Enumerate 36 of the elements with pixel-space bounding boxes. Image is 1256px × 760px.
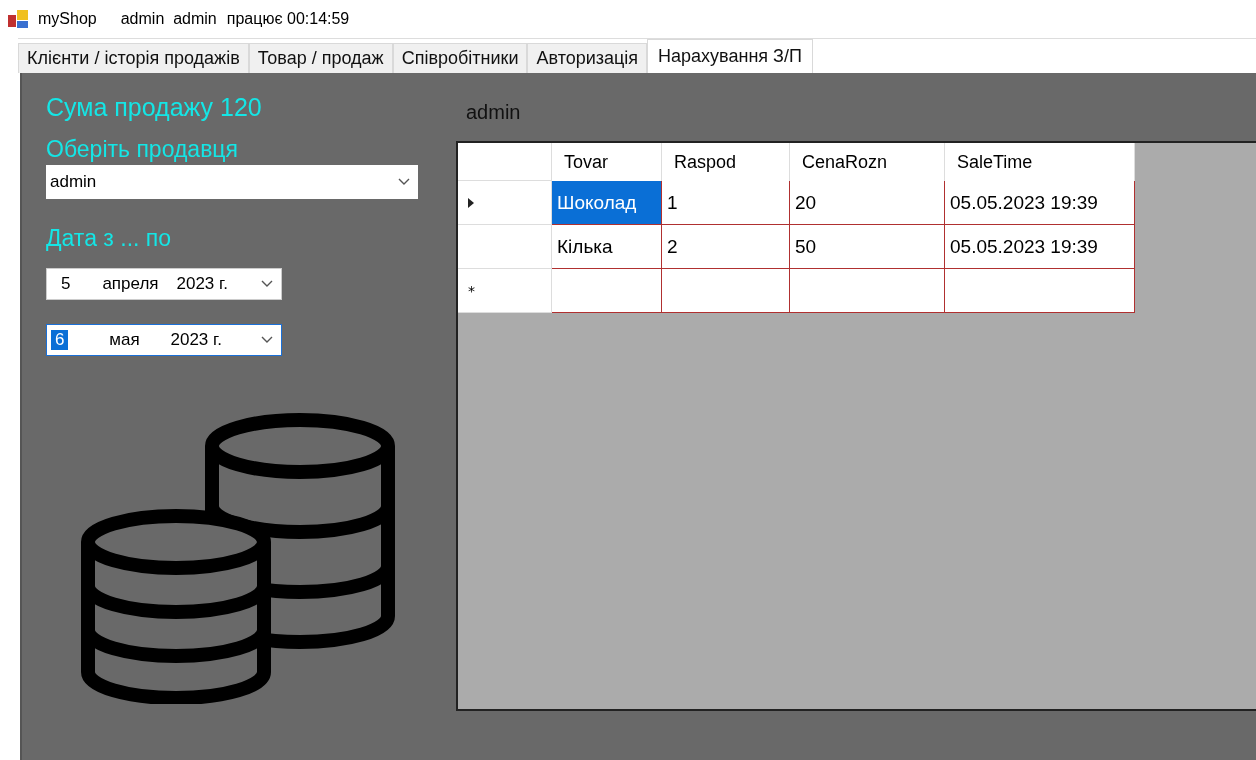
table-cell[interactable]: 2 — [662, 225, 790, 269]
chevron-down-icon — [261, 280, 273, 288]
column-header[interactable]: SaleTime — [945, 143, 1135, 181]
grid-title: admin — [466, 101, 522, 125]
new-row-marker[interactable]: * — [458, 269, 552, 313]
table-cell[interactable]: 20 — [790, 181, 945, 225]
user-name: admin admin — [120, 10, 217, 28]
chevron-down-icon — [261, 336, 273, 344]
table-cell[interactable] — [552, 269, 662, 313]
column-header[interactable]: Tovar — [552, 143, 662, 181]
table-cell[interactable]: 50 — [790, 225, 945, 269]
table-cell[interactable]: 1 — [662, 181, 790, 225]
tab[interactable]: Клієнти / історія продажів — [18, 43, 249, 73]
table-cell[interactable]: Кілька — [552, 225, 662, 269]
column-header[interactable]: Raspod — [662, 143, 790, 181]
table-cell[interactable] — [945, 269, 1135, 313]
app-icon — [8, 10, 28, 28]
table-cell[interactable] — [662, 269, 790, 313]
seller-label: Оберіть продавця — [46, 136, 239, 163]
table-cell[interactable] — [790, 269, 945, 313]
column-header[interactable]: CenaRozn — [790, 143, 945, 181]
tab[interactable]: Нарахування З/П — [647, 39, 813, 73]
date-picker[interactable]: 5 апреля 2023 г. — [46, 268, 282, 300]
tab[interactable]: Товар / продаж — [248, 43, 393, 73]
chevron-down-icon — [398, 178, 410, 186]
sales-sum-label: Сума продажу 120 — [46, 93, 263, 122]
tab[interactable]: Авторизація — [527, 43, 648, 73]
uptime-label: працює 00:14:59 — [226, 10, 350, 28]
table-cell[interactable]: 05.05.2023 19:39 — [945, 225, 1135, 269]
window-title: myShop — [38, 10, 97, 28]
table-cell[interactable]: 05.05.2023 19:39 — [945, 181, 1135, 225]
date-range-label: Дата з ... по — [46, 225, 173, 252]
seller-dropdown[interactable]: admin — [46, 165, 418, 199]
date-picker[interactable]: 6 мая 2023 г. — [46, 324, 282, 356]
table-cell[interactable]: Шоколад — [552, 181, 662, 225]
tab[interactable]: Співробітники — [392, 43, 528, 73]
